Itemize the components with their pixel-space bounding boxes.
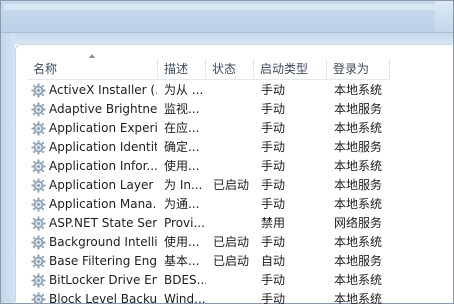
column-header-description[interactable]: 描述 bbox=[158, 59, 206, 80]
service-name: Base Filtering Engi... bbox=[49, 254, 157, 268]
service-row[interactable]: BitLocker Drive En... BDES... 手动 本地系统 bbox=[27, 271, 427, 290]
gear-service-icon bbox=[31, 102, 46, 117]
gear-service-icon bbox=[31, 197, 46, 212]
service-row[interactable]: Adaptive Brightness 监视... 手动 本地服务 bbox=[27, 100, 427, 119]
service-name: Background Intelli... bbox=[49, 235, 157, 249]
service-description: BDES... bbox=[164, 273, 206, 287]
service-description: 在应... bbox=[164, 121, 200, 135]
service-row[interactable]: Base Filtering Engi... 基本... 已启动自动 本地服务 bbox=[27, 252, 427, 271]
service-description: Provi... bbox=[164, 216, 205, 230]
service-description: 监视... bbox=[164, 102, 200, 116]
service-startup-type: 手动 bbox=[261, 292, 286, 304]
list-header: 名称 描述 状态 启动类型 登录为 bbox=[27, 59, 390, 80]
service-description: 基本... bbox=[164, 254, 200, 268]
service-status bbox=[213, 119, 257, 138]
service-description: 为通... bbox=[164, 197, 200, 211]
service-logon-as: 本地系统 bbox=[334, 197, 383, 211]
service-status bbox=[213, 81, 257, 100]
service-startup-type: 手动 bbox=[261, 178, 286, 192]
service-status bbox=[213, 271, 257, 290]
column-header-startup-type[interactable]: 启动类型 bbox=[254, 59, 327, 80]
service-description: Wind... bbox=[164, 292, 206, 304]
service-logon-as: 网络服务 bbox=[334, 216, 383, 230]
gear-service-icon bbox=[31, 292, 46, 304]
service-row[interactable]: Application Layer ... 为 In... 已启动 手动 本地服务 bbox=[27, 176, 427, 195]
service-startup-type: 手动 bbox=[261, 197, 286, 211]
column-header-status[interactable]: 状态 bbox=[206, 59, 254, 80]
service-row[interactable]: Block Level Backu... Wind... 手动 本地系统 bbox=[27, 290, 427, 304]
service-status: 已启动 bbox=[213, 178, 250, 192]
service-logon-as: 本地系统 bbox=[334, 273, 383, 287]
service-name: Application Layer ... bbox=[49, 178, 157, 192]
service-row[interactable]: Application Identity 确定... 手动 本地服务 bbox=[27, 138, 427, 157]
service-startup-type: 手动 bbox=[261, 102, 286, 116]
service-logon-as: 本地系统 bbox=[334, 159, 383, 173]
service-status bbox=[213, 214, 257, 233]
service-description: 为从 ... bbox=[164, 83, 204, 97]
service-status bbox=[213, 138, 257, 157]
titlebar-highlight bbox=[4, 4, 450, 10]
service-logon-as: 本地服务 bbox=[334, 178, 383, 192]
service-startup-type: 手动 bbox=[261, 140, 286, 154]
service-row[interactable]: Application Mana... 为通... 手动 本地系统 bbox=[27, 195, 427, 214]
gear-service-icon bbox=[31, 159, 46, 174]
sort-ascending-icon[interactable] bbox=[89, 54, 95, 58]
service-status bbox=[213, 157, 257, 176]
service-logon-as: 本地服务 bbox=[334, 140, 383, 154]
gear-service-icon bbox=[31, 178, 46, 193]
service-status bbox=[213, 195, 257, 214]
service-description: 使用... bbox=[164, 235, 200, 249]
service-startup-type: 禁用 bbox=[261, 216, 286, 230]
service-status: 已启动 bbox=[213, 254, 250, 268]
column-header-logon-as[interactable]: 登录为 bbox=[327, 59, 390, 80]
service-startup-type: 手动 bbox=[261, 235, 286, 249]
service-startup-type: 手动 bbox=[261, 121, 286, 135]
service-name: ASP.NET State Ser... bbox=[49, 216, 157, 230]
service-row[interactable]: ASP.NET State Ser... Provi... 禁用 网络服务 bbox=[27, 214, 427, 233]
service-description: 确定... bbox=[164, 140, 200, 154]
service-name: BitLocker Drive En... bbox=[49, 273, 157, 287]
window-titlebar bbox=[1, 1, 453, 33]
window-top-background bbox=[15, 33, 453, 44]
service-status bbox=[213, 290, 257, 304]
service-row[interactable]: Application Experi... 在应... 手动 本地系统 bbox=[27, 119, 427, 138]
service-description: 为 In... bbox=[164, 178, 203, 192]
service-name: Application Experi... bbox=[49, 121, 157, 135]
gear-service-icon bbox=[31, 235, 46, 250]
gear-service-icon bbox=[31, 121, 46, 136]
column-header-name[interactable]: 名称 bbox=[27, 59, 158, 80]
service-row[interactable]: ActiveX Installer (... 为从 ... 手动 本地系统 bbox=[27, 81, 427, 100]
service-status bbox=[213, 100, 257, 119]
service-name: Application Identity bbox=[49, 140, 157, 154]
service-row[interactable]: Background Intelli... 使用... 已启动手动 本地系统 bbox=[27, 233, 427, 252]
service-startup-type: 手动 bbox=[261, 273, 286, 287]
service-logon-as: 本地系统 bbox=[334, 121, 383, 135]
gear-service-icon bbox=[31, 216, 46, 231]
service-description: 使用... bbox=[164, 159, 200, 173]
service-logon-as: 本地服务 bbox=[334, 254, 383, 268]
service-name: ActiveX Installer (... bbox=[49, 83, 157, 97]
titlebar-corner bbox=[435, 1, 453, 32]
service-status: 已启动 bbox=[213, 235, 250, 249]
service-startup-type: 自动 bbox=[261, 254, 286, 268]
service-logon-as: 本地系统 bbox=[334, 292, 383, 304]
window-left-background bbox=[1, 33, 15, 303]
service-row[interactable]: Application Infor... 使用... 手动 本地系统 bbox=[27, 157, 427, 176]
service-name: Application Infor... bbox=[49, 159, 157, 173]
service-name: Block Level Backu... bbox=[49, 292, 157, 304]
service-name: Application Mana... bbox=[49, 197, 157, 211]
service-logon-as: 本地服务 bbox=[334, 102, 383, 116]
service-logon-as: 本地系统 bbox=[334, 83, 383, 97]
service-logon-as: 本地系统 bbox=[334, 235, 383, 249]
gear-service-icon bbox=[31, 254, 46, 269]
service-name: Adaptive Brightness bbox=[49, 102, 157, 116]
gear-service-icon bbox=[31, 140, 46, 155]
gear-service-icon bbox=[31, 273, 46, 288]
gear-service-icon bbox=[31, 83, 46, 98]
service-startup-type: 手动 bbox=[261, 159, 286, 173]
service-startup-type: 手动 bbox=[261, 83, 286, 97]
